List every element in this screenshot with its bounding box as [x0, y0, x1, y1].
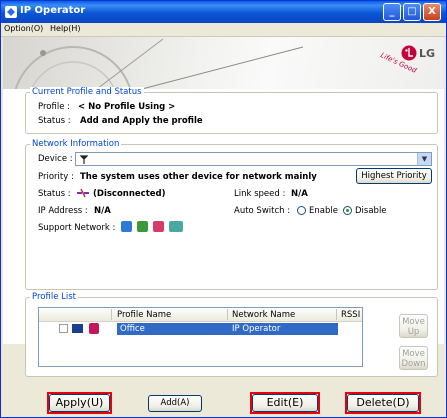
- app-icon: [5, 6, 17, 18]
- network-info-legend: Network Information: [30, 139, 122, 149]
- support-network-label: Support Network :: [38, 223, 116, 233]
- row-selection: [117, 323, 338, 335]
- brand-banner: LG Life's Good: [3, 37, 444, 89]
- row-profile-name: Office: [120, 324, 145, 334]
- move-up-button[interactable]: Move Up: [399, 314, 428, 338]
- cdma-network-icon: [152, 221, 164, 232]
- profile-value: < No Profile Using >: [78, 102, 176, 112]
- menu-option[interactable]: Option(O): [4, 24, 43, 33]
- profile-label: Profile :: [38, 102, 70, 112]
- maximize-button[interactable]: □: [403, 3, 421, 21]
- profile-list-header: Profile Name Network Name RSSI: [39, 308, 362, 322]
- column-network-name[interactable]: Network Name: [232, 310, 295, 320]
- disable-radio[interactable]: [343, 206, 352, 215]
- add-button[interactable]: Add(A): [148, 395, 202, 412]
- antenna-icon: [80, 155, 88, 164]
- column-rssi[interactable]: RSSI: [341, 310, 360, 320]
- cdma-network-icon: [89, 323, 99, 334]
- minimize-button[interactable]: _: [383, 3, 401, 21]
- profile-list-legend: Profile List: [30, 292, 78, 302]
- close-button[interactable]: X: [423, 3, 441, 21]
- row-checkbox[interactable]: [59, 324, 68, 333]
- row-network-name: IP Operator: [232, 324, 281, 334]
- title-bar[interactable]: IP Operator _ □ X: [1, 1, 446, 23]
- enable-radio[interactable]: [297, 206, 306, 215]
- ip-address-value: N/A: [94, 206, 111, 216]
- net-status-label: Status :: [38, 189, 71, 199]
- enable-label[interactable]: Enable: [309, 206, 338, 216]
- highest-priority-button[interactable]: Highest Priority: [356, 168, 432, 184]
- edit-highlight: [250, 392, 320, 414]
- link-speed-label: Link speed :: [234, 189, 286, 199]
- status-value: Add and Apply the profile: [80, 116, 203, 126]
- banner-graphic: [14, 38, 304, 89]
- column-profile-name[interactable]: Profile Name: [117, 310, 171, 320]
- wlan-network-icon: [136, 221, 148, 232]
- table-row[interactable]: Office IP Operator: [39, 323, 362, 335]
- window-title: IP Operator: [20, 5, 86, 16]
- device-label: Device :: [38, 154, 73, 164]
- menu-help[interactable]: Help(H): [50, 24, 81, 33]
- current-profile-legend: Current Profile and Status: [30, 87, 144, 97]
- chevron-down-icon[interactable]: ▼: [417, 153, 431, 165]
- delete-highlight: [345, 392, 421, 414]
- priority-label: Priority :: [38, 172, 74, 182]
- profile-listview[interactable]: Profile Name Network Name RSSI Office IP…: [38, 307, 363, 367]
- move-down-button[interactable]: Move Down: [399, 346, 428, 370]
- lg-logo-text: LG: [419, 47, 436, 60]
- lan-network-icon: [72, 324, 83, 333]
- app-window: IP Operator _ □ X Option(O) Help(H) LG L…: [0, 0, 447, 418]
- current-profile-group: Current Profile and Status: [25, 87, 438, 134]
- link-speed-value: N/A: [291, 189, 308, 199]
- status-label: Status :: [38, 116, 71, 126]
- wibro-network-icon: [168, 221, 183, 232]
- lan-network-icon: [121, 221, 132, 232]
- apply-highlight: [47, 392, 112, 414]
- auto-switch-label: Auto Switch :: [234, 206, 291, 216]
- disconnected-icon: [77, 188, 89, 198]
- menu-bar: Option(O) Help(H): [1, 23, 446, 37]
- lg-logo-icon: [401, 45, 417, 61]
- device-select[interactable]: ▼: [75, 152, 432, 166]
- ip-address-label: IP Address :: [38, 206, 88, 216]
- disable-label[interactable]: Disable: [355, 206, 387, 216]
- net-status-value: (Disconnected): [93, 189, 166, 199]
- priority-value: The system uses other device for network…: [80, 172, 317, 182]
